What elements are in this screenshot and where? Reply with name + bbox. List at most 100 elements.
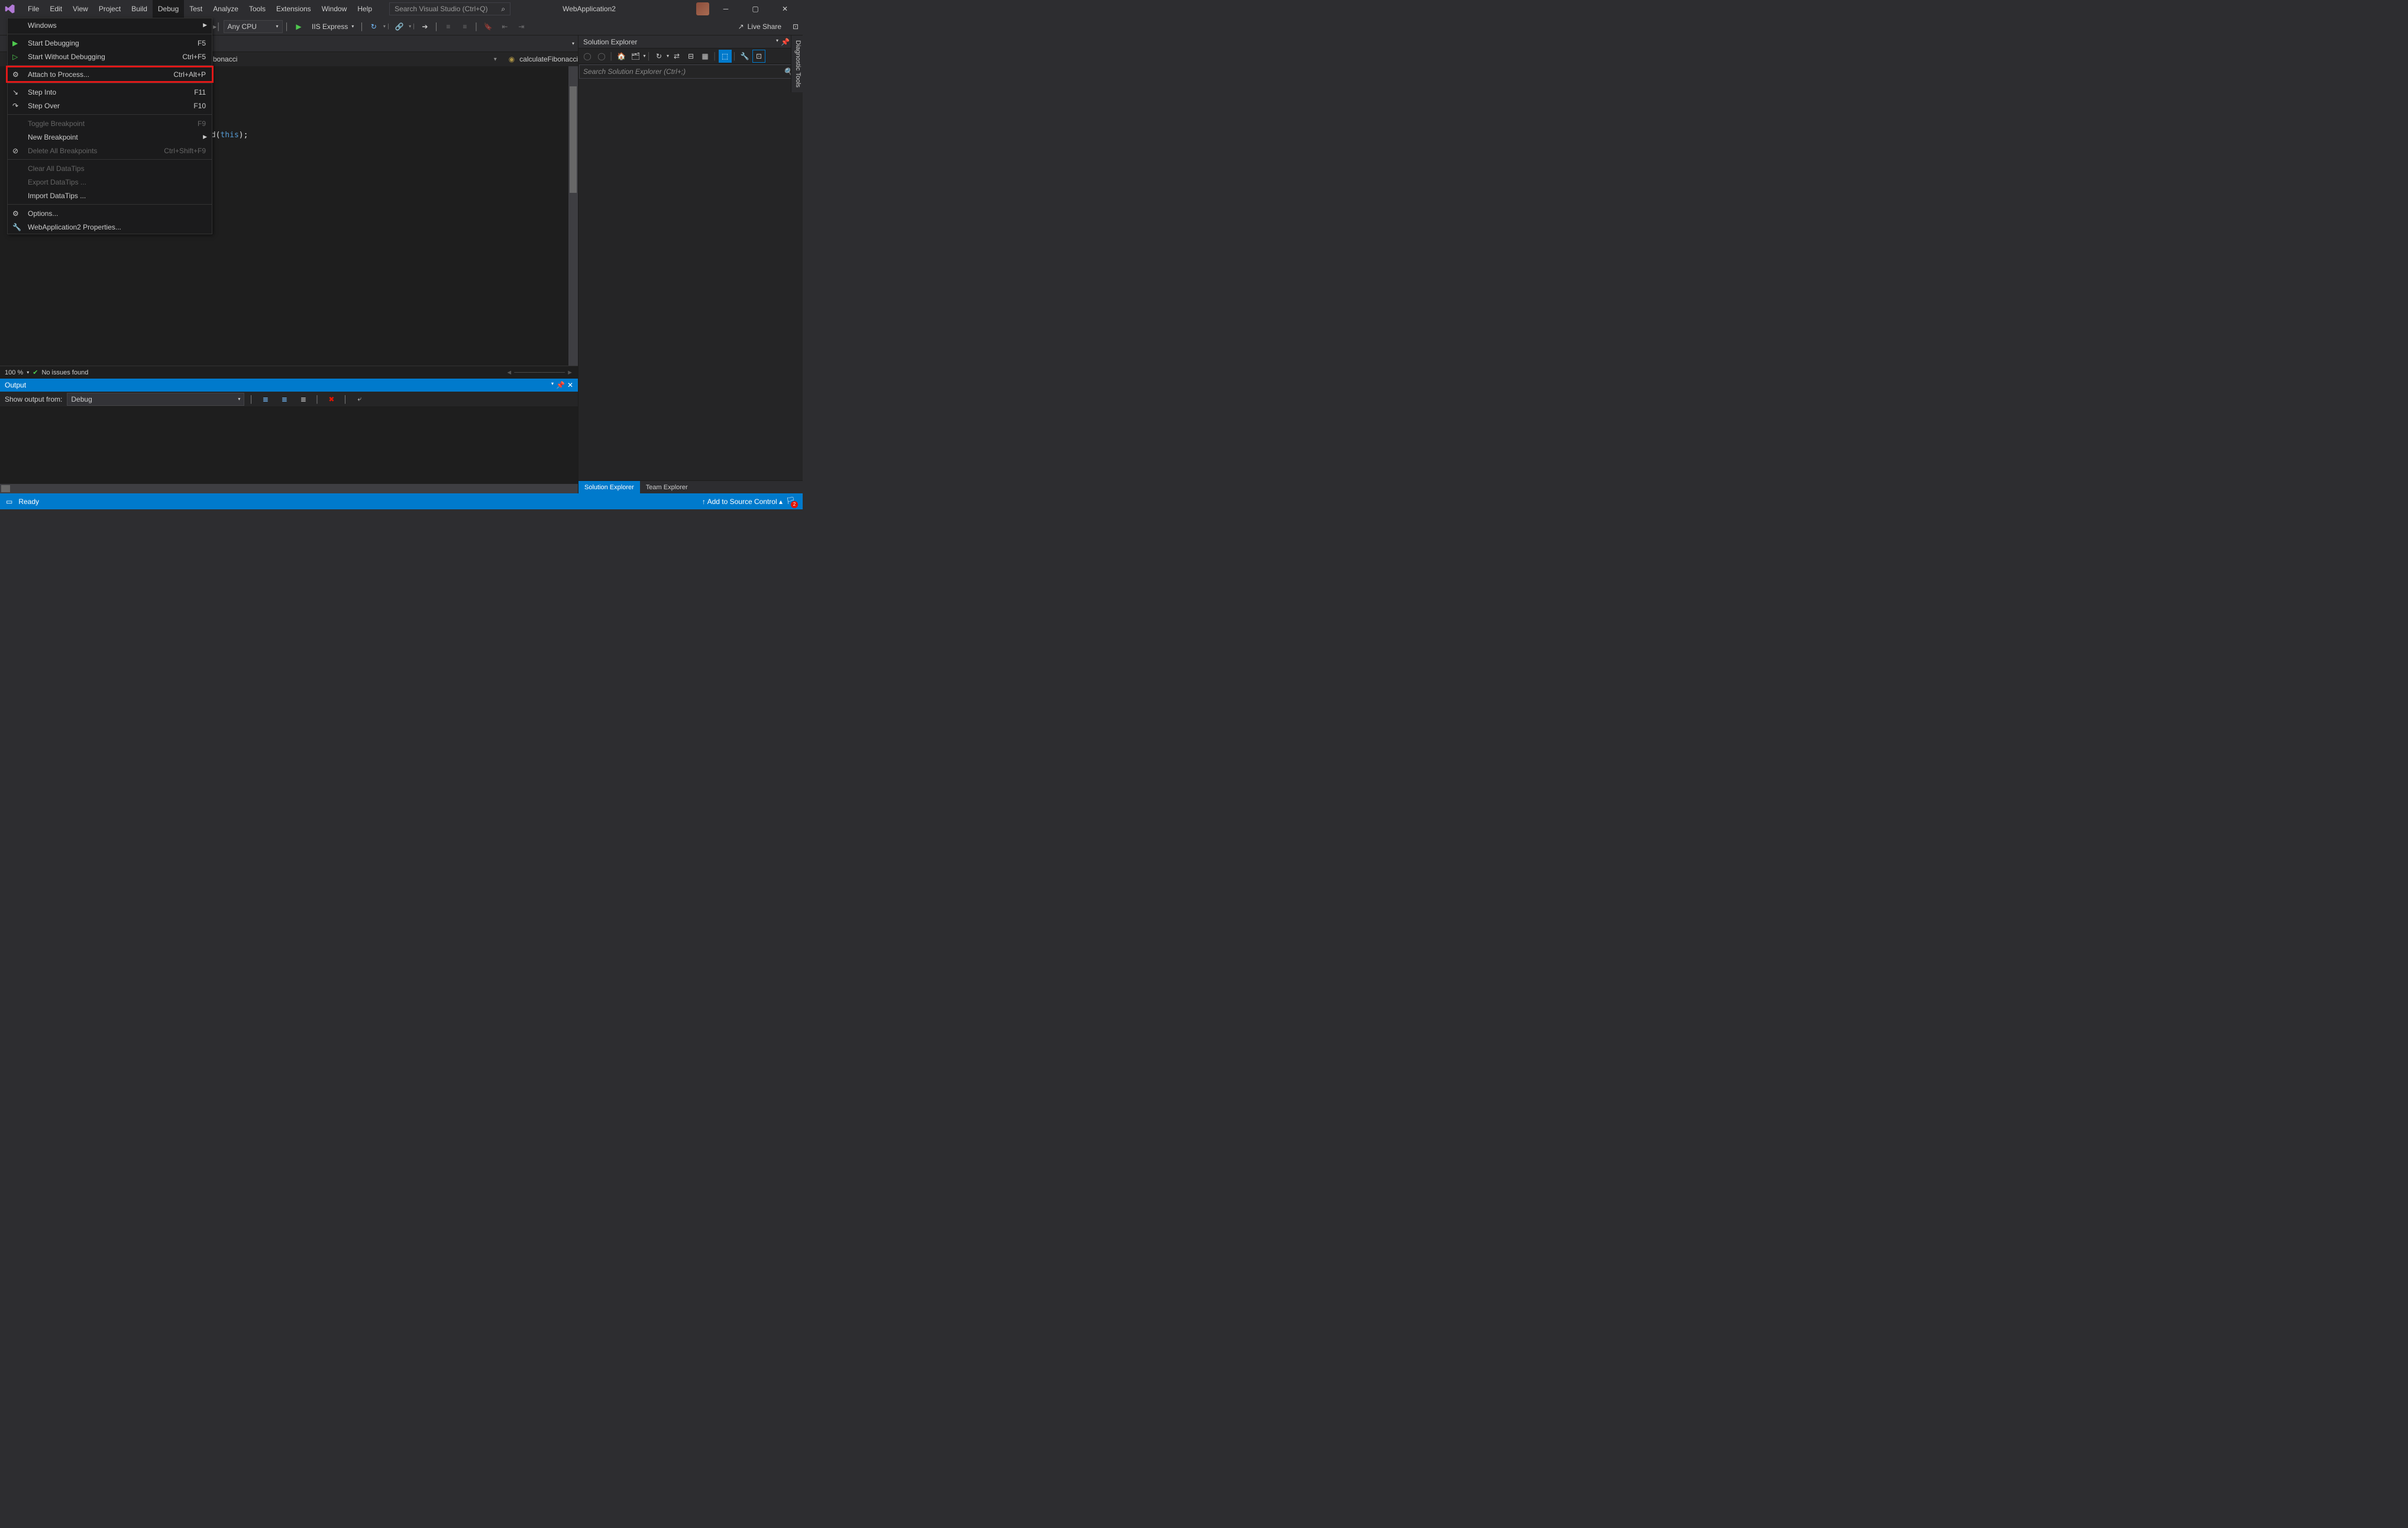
menu-file[interactable]: File [22,0,44,18]
menu-item-step-over[interactable]: ↷Step OverF10 [8,99,212,112]
sync-button[interactable]: ⇄ [670,50,683,63]
output-btn-3[interactable]: ≣ [296,393,311,406]
close-icon[interactable]: ✕ [567,381,573,389]
menu-item-toggle-breakpoint: Toggle BreakpointF9 [8,117,212,130]
output-scrollbar[interactable] [0,484,578,493]
panel-tabs: Solution Explorer Team Explorer [578,480,803,493]
back-button[interactable]: ◯ [581,50,594,63]
toolbar-btn-1[interactable]: ➔ [418,20,432,33]
solution-tree[interactable] [578,79,803,480]
platform-combo[interactable]: Any CPU▾ [224,20,283,33]
clear-bp-icon: ⊘ [12,147,22,155]
output-text[interactable] [0,407,578,484]
maximize-button[interactable]: ▢ [742,1,768,17]
menu-item-export-datatips-: Export DataTips ... [8,175,212,189]
menu-edit[interactable]: Edit [44,0,67,18]
menu-extensions[interactable]: Extensions [271,0,316,18]
run-target[interactable]: IIS Express▾ [308,20,357,33]
diagnostic-tools-tab[interactable]: Diagnostic Tools [791,35,803,92]
forward-button[interactable]: ◯ [595,50,608,63]
menu-tools[interactable]: Tools [244,0,271,18]
properties-button[interactable]: 🔧 [738,50,751,63]
output-btn-2[interactable]: ≣ [277,393,292,406]
run-button[interactable]: ▶ [292,20,306,33]
source-control-button[interactable]: ↑ Add to Source Control ▴ [702,498,783,506]
menu-item-windows[interactable]: Windows▶ [8,18,212,32]
output-wrap-btn[interactable]: ⤶ [353,393,367,406]
live-share-button[interactable]: ↗ Live Share [733,22,786,31]
refresh-button[interactable]: ↻ [367,20,381,33]
menu-item-step-into[interactable]: ↘Step IntoF11 [8,85,212,99]
menu-item-new-breakpoint[interactable]: New Breakpoint▶ [8,130,212,144]
pin-icon[interactable]: 📌 [556,381,565,389]
search-icon: ⌕ [501,5,505,14]
toolbar-btn-3[interactable]: ≡ [458,20,472,33]
debug-menu-dropdown: Windows▶ ▶Start DebuggingF5▷Start Without… [7,18,212,234]
step-over-icon: ↷ [12,102,22,110]
output-from-label: Show output from: [5,395,62,403]
notifications-button[interactable]: 🏳 [786,496,797,507]
menu-item-webapplication-properties-[interactable]: 🔧WebApplication2 Properties... [8,220,212,234]
menu-debug[interactable]: Debug [153,0,184,18]
output-panel-header: Output ▾ 📌 ✕ [0,379,578,392]
zoom-level[interactable]: 100 % [5,369,23,376]
menu-item-start-without-debugging[interactable]: ▷Start Without DebuggingCtrl+F5 [8,50,212,63]
solution-explorer-toolbar: ◯ ◯ │ 🏠 🗂 ▾ │ ↻ ▾ ⇄ ⊟ ▦ │ ⬚ │ 🔧 ⊡ [578,49,803,64]
app-title: WebApplication2 [539,5,639,13]
menu-bar: FileEditViewProjectBuildDebugTestAnalyze… [22,0,377,18]
issues-text: No issues found [41,369,88,376]
toolbar-btn-4[interactable]: 🔖 [481,20,495,33]
menu-analyze[interactable]: Analyze [208,0,244,18]
show-all-button[interactable]: ▦ [699,50,712,63]
menu-item-options-[interactable]: ⚙Options... [8,206,212,220]
editor-scrollbar[interactable] [568,66,578,366]
preview-button[interactable]: ⬚ [719,50,732,63]
collapse-button[interactable]: ⊟ [684,50,697,63]
output-btn-1[interactable]: ≣ [258,393,273,406]
dropdown-icon[interactable]: ▾ [551,381,554,389]
close-button[interactable]: ✕ [772,1,798,17]
scope-button[interactable]: 🗂 [629,50,642,63]
toolbar-btn-5[interactable]: ⇤ [497,20,512,33]
pin-icon[interactable]: 📌 [781,38,790,46]
menu-build[interactable]: Build [126,0,153,18]
status-ready: Ready [18,498,39,506]
menu-view[interactable]: View [67,0,93,18]
solution-search-input[interactable]: Search Solution Explorer (Ctrl+;) 🔍 ▾ [579,64,802,79]
menu-project[interactable]: Project [93,0,126,18]
output-source-combo[interactable]: Debug▾ [67,393,244,406]
share-icon: ↗ [738,22,744,31]
menu-item-clear-all-datatips: Clear All DataTips [8,161,212,175]
tab-solution-explorer[interactable]: Solution Explorer [578,481,640,493]
nav-scope[interactable]: bonacci [213,55,237,63]
dropdown-icon[interactable]: ▾ [776,38,778,46]
output-toolbar: Show output from: Debug▾ │ ≣ ≣ ≣ │ ✖ │ ⤶ [0,392,578,407]
editor-status: 100 % ▾ ✔ No issues found ◄ ─────────── … [0,366,578,379]
menu-item-start-debugging[interactable]: ▶Start DebuggingF5 [8,36,212,50]
title-bar: FileEditViewProjectBuildDebugTestAnalyze… [0,0,803,18]
menu-test[interactable]: Test [184,0,208,18]
status-bar: ▭ Ready ↑ Add to Source Control ▴ 🏳 [0,493,803,509]
browser-link-button[interactable]: 🔗 [392,20,406,33]
play-outline-icon: ▷ [12,53,22,61]
search-input[interactable]: Search Visual Studio (Ctrl+Q) ⌕ [389,2,510,15]
minimize-button[interactable]: ─ [713,1,739,17]
window-icon: ▭ [6,498,12,506]
refresh-button[interactable]: ↻ [652,50,665,63]
menu-window[interactable]: Window [316,0,353,18]
toolbar-btn-2[interactable]: ≡ [441,20,455,33]
menu-item-attach-to-process-[interactable]: ⚙Attach to Process...Ctrl+Alt+P [8,67,212,81]
gear-icon: ⚙ [12,70,22,79]
output-clear-btn[interactable]: ✖ [324,393,338,406]
menu-help[interactable]: Help [352,0,377,18]
toolbar-btn-6[interactable]: ⇥ [514,20,528,33]
home-button[interactable]: 🏠 [615,50,628,63]
view-button[interactable]: ⊡ [752,50,765,63]
user-avatar[interactable] [696,2,709,15]
wrench-icon: 🔧 [12,223,22,231]
feedback-button[interactable]: ⊡ [788,20,803,33]
nav-member[interactable]: calculateFibonacci [519,55,578,63]
menu-item-import-datatips-[interactable]: Import DataTips ... [8,189,212,202]
tab-team-explorer[interactable]: Team Explorer [640,481,694,493]
vs-logo-icon [5,4,15,14]
